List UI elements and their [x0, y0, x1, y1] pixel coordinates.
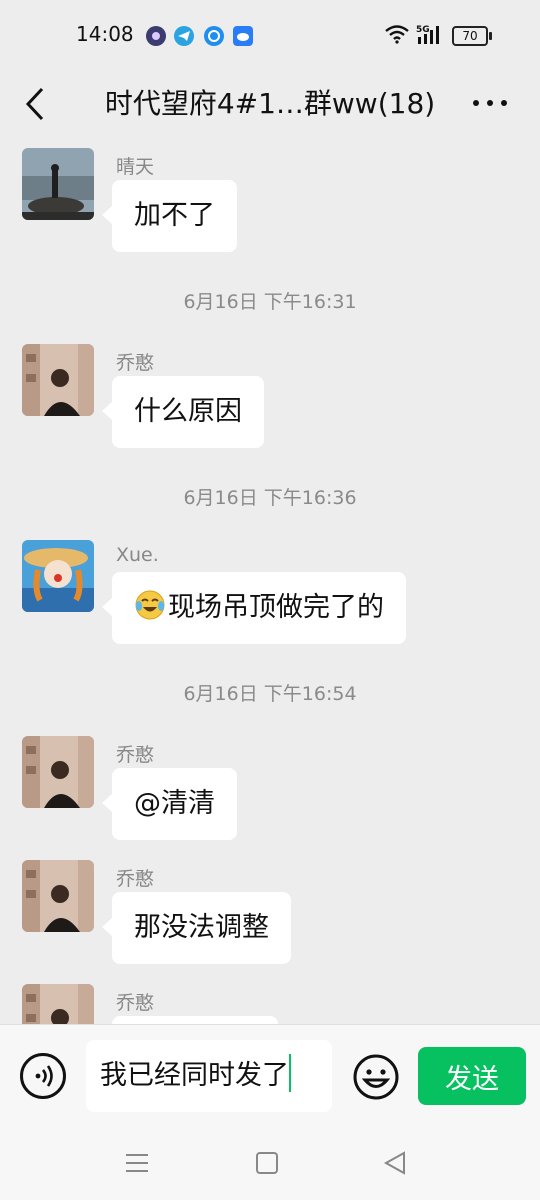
message-bubble[interactable]: @清清: [102, 768, 237, 840]
system-navigation-bar: [0, 1130, 540, 1200]
message-input[interactable]: 我已经同时发了: [86, 1040, 332, 1112]
network-type: 5G: [416, 25, 430, 35]
message-bubble[interactable]: 现场吊顶做完了的: [102, 572, 406, 644]
chat-header: 时代望府4#1…群ww(18): [0, 70, 540, 146]
status-time: 14:08: [76, 22, 134, 46]
sender-name: 乔憨: [116, 868, 155, 890]
avatar[interactable]: [22, 540, 94, 612]
sender-name: Xue.: [116, 544, 159, 566]
text-cursor: [289, 1054, 291, 1092]
sender-name: 乔憨: [116, 744, 155, 766]
send-button[interactable]: 发送: [418, 1047, 526, 1105]
avatar[interactable]: [22, 984, 94, 1024]
message-text: 加不了: [134, 200, 215, 231]
wifi-icon: [384, 24, 410, 48]
message-list[interactable]: 晴天 加不了 6月16日 下午16:31 乔憨 什么原因 6月16日 下午16:…: [0, 146, 540, 1024]
menu-icon[interactable]: [124, 1150, 150, 1180]
signal-icon: 5G: [416, 24, 446, 50]
avatar[interactable]: [22, 736, 94, 808]
message-text: 那没法调整: [134, 912, 269, 943]
more-dots-icon[interactable]: [470, 88, 510, 118]
message-timestamp: 6月16日 下午16:54: [183, 683, 357, 705]
message-text: 什么原因: [134, 396, 242, 427]
home-icon[interactable]: [254, 1150, 280, 1180]
message-bubble[interactable]: 什么原因: [102, 376, 264, 448]
message-bubble[interactable]: 加不了: [102, 180, 237, 252]
message-timestamp: 6月16日 下午16:36: [183, 487, 357, 509]
status-bar: 14:08 5G 70: [0, 0, 540, 70]
avatar[interactable]: [22, 860, 94, 932]
battery-icon: 70: [452, 26, 492, 46]
chat-title: 时代望府4#1…群ww(18): [104, 87, 436, 120]
message-bubble[interactable]: [112, 1016, 278, 1024]
podcast-icon: [146, 26, 166, 46]
sender-name: 乔憨: [116, 352, 155, 374]
message-bubble[interactable]: 那没法调整: [102, 892, 291, 964]
back-triangle-icon[interactable]: [382, 1150, 408, 1180]
sender-name: 乔憨: [116, 992, 155, 1014]
message-input-value: 我已经同时发了: [100, 1060, 289, 1091]
cloud-icon: [233, 26, 253, 46]
avatar[interactable]: [22, 344, 94, 416]
sender-name: 晴天: [116, 156, 155, 178]
qq-icon: [204, 26, 224, 46]
message-text: 现场吊顶做完了的: [168, 592, 384, 623]
message-timestamp: 6月16日 下午16:31: [183, 291, 357, 313]
avatar[interactable]: [22, 148, 94, 220]
crying-laughing-emoji-icon: [134, 577, 166, 620]
voice-icon[interactable]: [20, 1053, 66, 1099]
emoji-icon[interactable]: [352, 1053, 400, 1101]
telegram-icon: [174, 26, 194, 46]
input-bar: 我已经同时发了 发送: [0, 1024, 540, 1131]
message-text: @清清: [134, 788, 215, 819]
